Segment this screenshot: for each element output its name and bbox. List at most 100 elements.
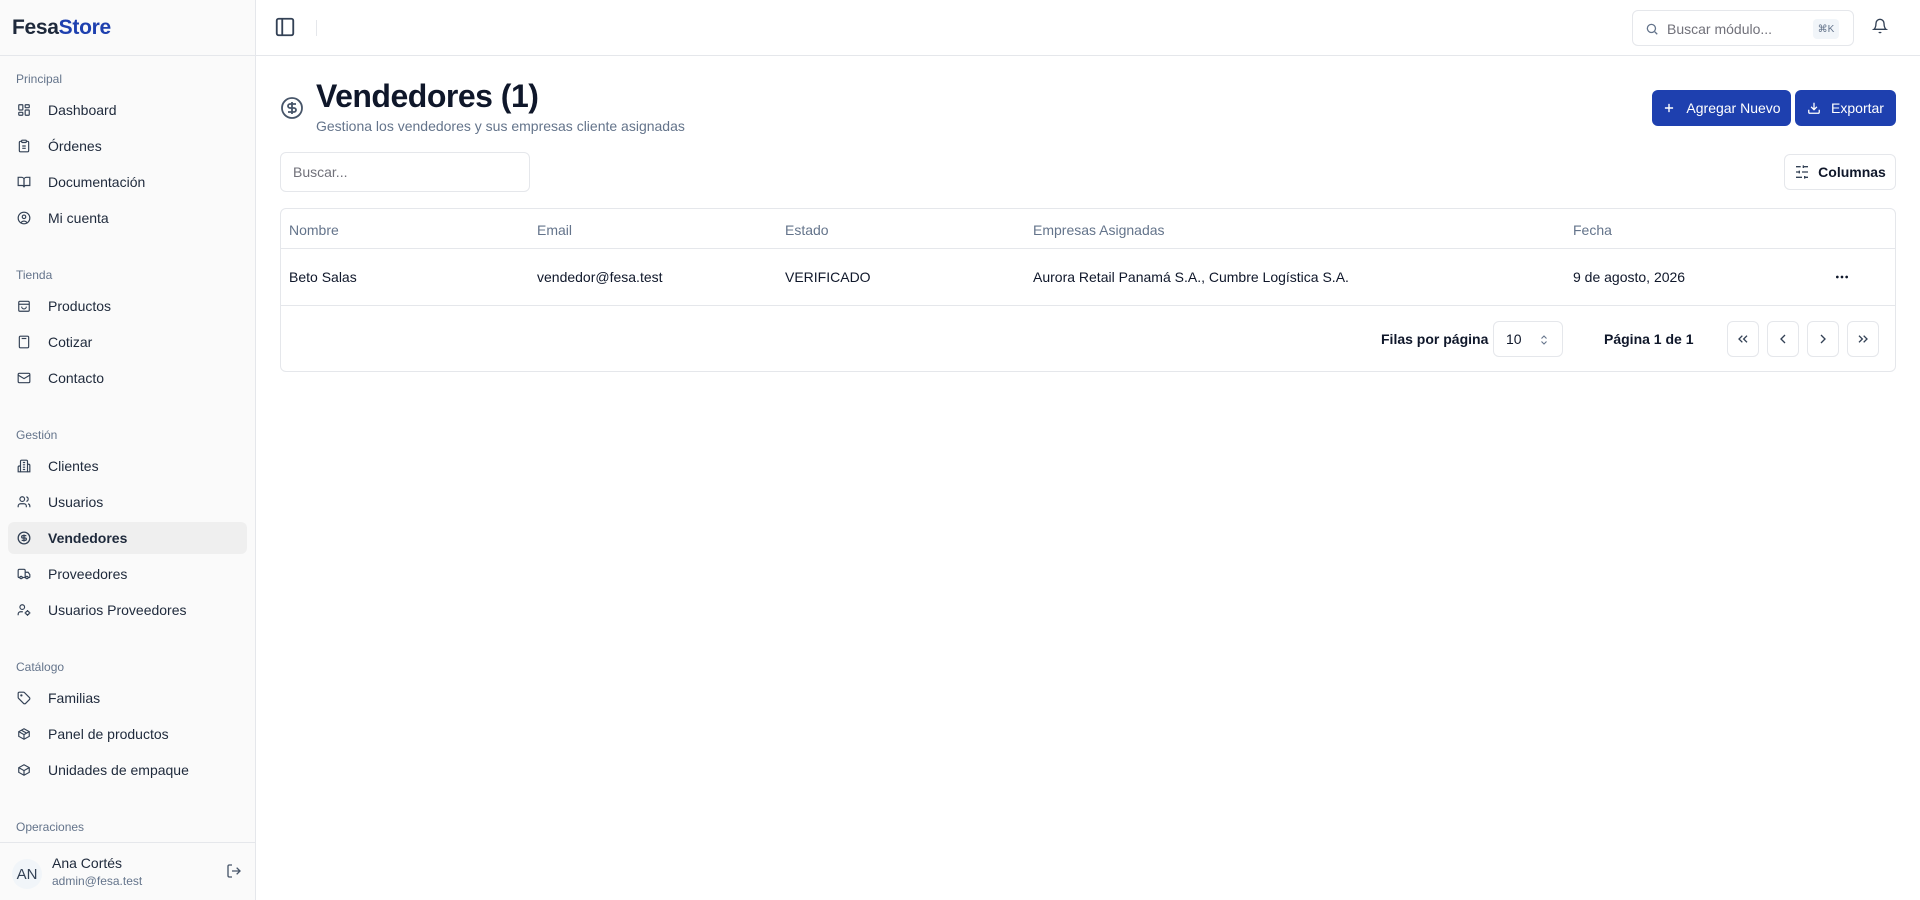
cell-estado: VERIFICADO [785,269,871,285]
mail-icon [16,370,32,386]
group-label-principal: Principal [16,72,63,86]
sidebar-item-dashboard[interactable]: Dashboard [8,94,247,126]
cell-email: vendedor@fesa.test [537,269,663,285]
calculator-icon [16,334,32,350]
user-email: admin@fesa.test [52,874,143,888]
sidebar-item-cotizar[interactable]: Cotizar [8,326,247,358]
brand-divider [0,55,255,56]
add-new-button[interactable]: Agregar Nuevo [1652,90,1791,126]
chevron-left-icon [1775,331,1791,347]
building-icon [16,458,32,474]
user-cog-icon [16,602,32,618]
sidebar-item-label: Dashboard [48,102,117,118]
column-header-fecha[interactable]: Fecha [1573,222,1612,238]
sidebar-item-mi-cuenta[interactable]: Mi cuenta [8,202,247,234]
table-header: Nombre Email Estado Empresas Asignadas F… [281,209,1895,249]
table-search-input[interactable] [280,152,530,192]
next-page-button[interactable] [1807,321,1839,357]
page-info: Página 1 de 1 [1604,331,1694,347]
pagination: Filas por página 10 Página 1 de 1 [281,306,1895,372]
last-page-button[interactable] [1847,321,1879,357]
brand-part-2: Store [58,16,111,39]
logout-icon[interactable] [226,863,244,881]
export-label: Exportar [1831,100,1884,116]
sidebar-nav: Principal Dashboard Órdenes Documentació… [8,62,247,842]
column-header-nombre[interactable]: Nombre [289,222,339,238]
sidebar-item-label: Documentación [48,174,146,190]
box-icon [16,762,32,778]
book-open-icon [16,174,32,190]
sidebar-toggle-icon[interactable] [274,16,298,40]
cell-fecha: 9 de agosto, 2026 [1573,269,1686,285]
cell-empresas: Aurora Retail Panamá S.A., Cumbre Logíst… [1033,269,1349,285]
sliders-icon [1794,164,1810,180]
chevron-right-icon [1815,331,1831,347]
sidebar-item-label: Clientes [48,458,99,474]
column-header-email[interactable]: Email [537,222,572,238]
rows-per-page-select[interactable]: 10 [1493,321,1563,357]
user-name: Ana Cortés [52,855,123,871]
vendors-table: Nombre Email Estado Empresas Asignadas F… [280,208,1896,372]
plus-icon [1662,101,1676,115]
previous-page-button[interactable] [1767,321,1799,357]
group-label-tienda: Tienda [16,268,53,282]
sidebar-item-label: Panel de productos [48,726,169,742]
sidebar-item-documentacion[interactable]: Documentación [8,166,247,198]
avatar: AN [12,859,42,889]
page-subtitle: Gestiona los vendedores y sus empresas c… [316,118,685,134]
sidebar-item-contacto[interactable]: Contacto [8,362,247,394]
column-header-estado[interactable]: Estado [785,222,829,238]
sidebar-item-usuarios[interactable]: Usuarios [8,486,247,518]
truck-icon [16,566,32,582]
module-search-input[interactable] [1667,19,1807,39]
sidebar-item-familias[interactable]: Familias [8,682,247,714]
dollar-circle-icon [16,530,32,546]
sidebar-item-panel-productos[interactable]: Panel de productos [8,718,247,750]
table-row[interactable]: Beto Salas vendedor@fesa.test VERIFICADO… [281,249,1895,306]
sidebar-item-vendedores[interactable]: Vendedores [8,522,247,554]
row-actions-icon[interactable] [1831,267,1853,287]
group-label-gestion: Gestión [16,428,58,442]
group-label-catalogo: Catálogo [16,660,65,674]
sidebar-item-productos[interactable]: Productos [8,290,247,322]
topbar: ⌘K [256,0,1920,56]
sidebar-item-label: Productos [48,298,112,314]
sidebar-item-label: Unidades de empaque [48,762,189,778]
sidebar-item-ordenes[interactable]: Órdenes [8,130,247,162]
brand-logo[interactable]: FesaStore [12,16,111,40]
sidebar-item-proveedores[interactable]: Proveedores [8,558,247,590]
module-search[interactable]: ⌘K [1632,10,1854,46]
export-button[interactable]: Exportar [1795,90,1896,126]
columns-button[interactable]: Columnas [1784,154,1896,190]
cell-nombre: Beto Salas [289,269,357,285]
dashboard-icon [16,102,32,118]
search-icon [1645,22,1659,36]
sidebar-item-unidades-empaque[interactable]: Unidades de empaque [8,754,247,786]
chevrons-right-icon [1855,331,1871,347]
columns-label: Columnas [1818,164,1886,180]
dollar-circle-icon [280,96,304,120]
column-header-empresas[interactable]: Empresas Asignadas [1033,222,1165,238]
shopping-bag-icon [16,298,32,314]
group-label-operaciones: Operaciones [16,820,85,834]
user-circle-icon [16,210,32,226]
sidebar-item-label: Usuarios [48,494,104,510]
tag-icon [16,690,32,706]
sidebar-item-label: Órdenes [48,138,102,154]
first-page-button[interactable] [1727,321,1759,357]
clipboard-icon [16,138,32,154]
user-profile[interactable]: AN Ana Cortés admin@fesa.test [0,842,255,900]
sidebar-item-label: Contacto [48,370,105,386]
sidebar-item-usuarios-proveedores[interactable]: Usuarios Proveedores [8,594,247,626]
bell-icon[interactable] [1872,18,1890,36]
page-title: Vendedores (1) [316,78,539,114]
sidebar-item-label: Cotizar [48,334,93,350]
rows-per-page-label: Filas por página [1381,331,1489,347]
sidebar-item-clientes[interactable]: Clientes [8,450,247,482]
chevrons-up-down-icon [1538,333,1550,347]
download-icon [1807,101,1821,115]
sidebar-item-label: Proveedores [48,566,128,582]
users-icon [16,494,32,510]
sidebar-item-label: Usuarios Proveedores [48,602,187,618]
shortcut-badge: ⌘K [1813,19,1839,39]
